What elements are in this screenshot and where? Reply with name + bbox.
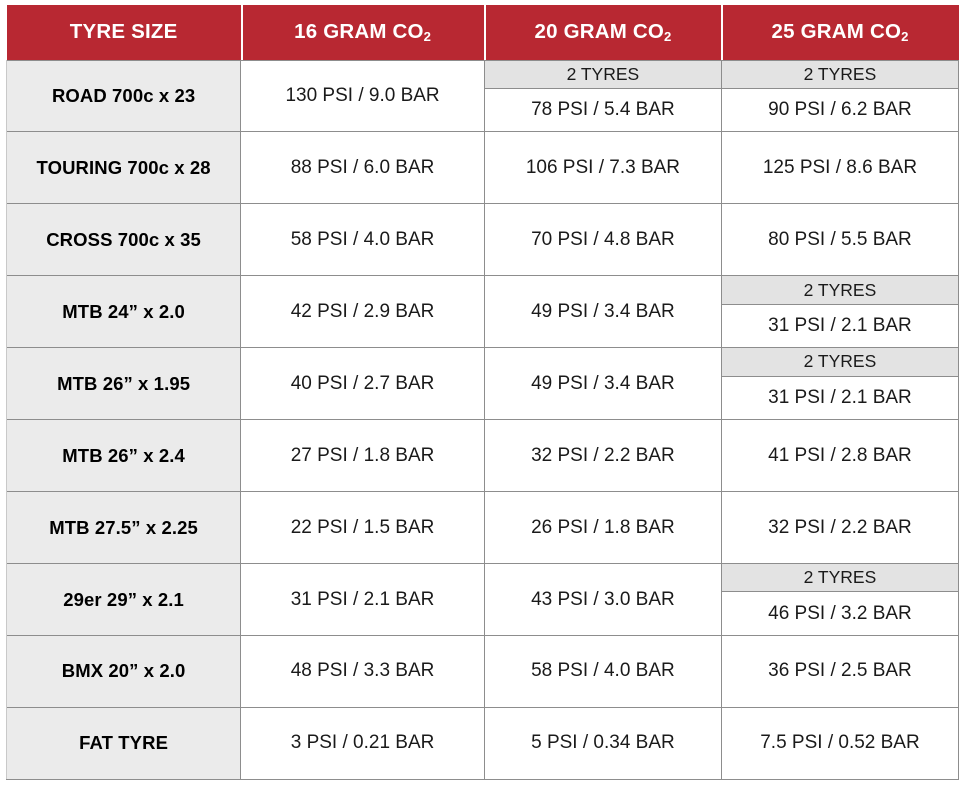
table-row: ROAD 700c x 23 130 PSI / 9.0 BAR 2 TYRES 78… <box>5 59 960 132</box>
column-header-co2_25: 25 GRAM CO2 <box>721 5 959 60</box>
two-tyres-badge: 2 TYRES <box>721 60 958 89</box>
tyre-size-label: TOURING 700c x 28 <box>5 131 242 204</box>
table-row: 29er 29” x 2.1 31 PSI / 2.1 BAR 43 PSI / 3… <box>5 563 960 636</box>
tyre-size-label: ROAD 700c x 23 <box>5 59 242 132</box>
pressure-cell-co2_16: 42 PSI / 2.9 BAR <box>240 275 485 348</box>
table-body: ROAD 700c x 23 130 PSI / 9.0 BAR 2 TYRES 78… <box>5 59 960 781</box>
pressure-cell-co2_25: 32 PSI / 2.2 BAR <box>721 491 960 564</box>
split-cell: 2 TYRES 78 PSI / 5.4 BAR <box>484 60 721 132</box>
pressure-cell-co2_20: 58 PSI / 4.0 BAR <box>484 635 722 708</box>
table-row: MTB 26” x 2.4 27 PSI / 1.8 BAR 32 PSI / 2.… <box>5 419 960 492</box>
pressure-cell-co2_20: 26 PSI / 1.8 BAR <box>484 491 722 564</box>
pressure-cell-co2_20: 70 PSI / 4.8 BAR <box>484 203 722 276</box>
table-row: CROSS 700c x 35 58 PSI / 4.0 BAR 70 PSI / … <box>5 203 960 276</box>
pressure-cell-co2_25: 2 TYRES 90 PSI / 6.2 BAR <box>721 59 960 132</box>
pressure-cell-co2_20: 43 PSI / 3.0 BAR <box>484 563 722 636</box>
pressure-cell-co2_16: 48 PSI / 3.3 BAR <box>240 635 485 708</box>
pressure-cell-co2_16: 88 PSI / 6.0 BAR <box>240 131 485 204</box>
tyre-size-label: MTB 26” x 1.95 <box>5 347 242 420</box>
tyre-pressure-table-container: TYRE SIZE 16 GRAM CO2 20 GRAM CO2 25 GRAM C… <box>0 0 965 787</box>
column-header-co2_16: 16 GRAM CO2 <box>240 5 485 60</box>
tyre-pressure-table: TYRE SIZE 16 GRAM CO2 20 GRAM CO2 25 GRAM C… <box>5 5 960 781</box>
table-header: TYRE SIZE 16 GRAM CO2 20 GRAM CO2 25 GRAM C… <box>6 5 959 60</box>
two-tyres-badge: 2 TYRES <box>721 564 958 593</box>
pressure-cell-co2_20: 49 PSI / 3.4 BAR <box>484 275 722 348</box>
pressure-cell-co2_20: 2 TYRES 78 PSI / 5.4 BAR <box>484 59 722 132</box>
pressure-cell-co2_25: 2 TYRES 46 PSI / 3.2 BAR <box>721 563 960 636</box>
column-header-label: 16 GRAM CO2 <box>294 20 431 45</box>
pressure-cell-co2_25: 7.5 PSI / 0.52 BAR <box>721 706 960 781</box>
pressure-cell-co2_25: 36 PSI / 2.5 BAR <box>721 635 960 708</box>
pressure-cell-co2_25: 41 PSI / 2.8 BAR <box>721 419 960 492</box>
table-row: TOURING 700c x 28 88 PSI / 6.0 BAR 106 PSI… <box>5 131 960 204</box>
pressure-cell-co2_25: 2 TYRES 31 PSI / 2.1 BAR <box>721 275 960 348</box>
column-header-label: TYRE SIZE <box>69 20 178 44</box>
split-cell: 2 TYRES 31 PSI / 2.1 BAR <box>721 348 958 420</box>
pressure-value: 90 PSI / 6.2 BAR <box>721 88 958 132</box>
pressure-cell-co2_16: 3 PSI / 0.21 BAR <box>240 706 485 781</box>
pressure-cell-co2_25: 2 TYRES 31 PSI / 2.1 BAR <box>721 347 960 420</box>
column-header-tyre_size: TYRE SIZE <box>6 5 241 60</box>
tyre-size-label: MTB 24” x 2.0 <box>5 275 242 348</box>
pressure-cell-co2_20: 49 PSI / 3.4 BAR <box>484 347 722 420</box>
pressure-cell-co2_20: 106 PSI / 7.3 BAR <box>484 131 722 204</box>
tyre-size-label: FAT TYRE <box>5 706 242 781</box>
co2-subscript: 2 <box>901 29 909 45</box>
tyre-size-label: MTB 27.5” x 2.25 <box>5 491 242 564</box>
pressure-cell-co2_16: 40 PSI / 2.7 BAR <box>240 347 485 420</box>
tyre-size-label: CROSS 700c x 35 <box>5 203 242 276</box>
split-cell: 2 TYRES 90 PSI / 6.2 BAR <box>721 60 958 132</box>
tyre-size-label: MTB 26” x 2.4 <box>5 419 242 492</box>
two-tyres-badge: 2 TYRES <box>484 60 721 89</box>
table-row: FAT TYRE 3 PSI / 0.21 BAR 5 PSI / 0.34 BAR… <box>5 706 960 781</box>
pressure-value: 78 PSI / 5.4 BAR <box>484 88 721 132</box>
pressure-cell-co2_16: 31 PSI / 2.1 BAR <box>240 563 485 636</box>
table-row: MTB 27.5” x 2.25 22 PSI / 1.5 BAR 26 PSI /… <box>5 491 960 564</box>
table-row: BMX 20” x 2.0 48 PSI / 3.3 BAR 58 PSI / 4.… <box>5 635 960 708</box>
two-tyres-badge: 2 TYRES <box>721 276 958 305</box>
column-header-label: 20 GRAM CO2 <box>534 20 672 45</box>
header-row: TYRE SIZE 16 GRAM CO2 20 GRAM CO2 25 GRAM C… <box>6 5 959 60</box>
pressure-value: 31 PSI / 2.1 BAR <box>721 304 958 348</box>
pressure-cell-co2_16: 130 PSI / 9.0 BAR <box>240 59 485 132</box>
co2-subscript: 2 <box>664 29 672 45</box>
split-cell: 2 TYRES 46 PSI / 3.2 BAR <box>721 564 958 635</box>
two-tyres-badge: 2 TYRES <box>721 348 958 377</box>
pressure-cell-co2_16: 58 PSI / 4.0 BAR <box>240 203 485 276</box>
split-cell: 2 TYRES 31 PSI / 2.1 BAR <box>721 276 958 348</box>
co2-subscript: 2 <box>423 29 431 45</box>
pressure-cell-co2_16: 22 PSI / 1.5 BAR <box>240 491 485 564</box>
table-row: MTB 24” x 2.0 42 PSI / 2.9 BAR 49 PSI / 3.… <box>5 275 960 348</box>
pressure-value: 31 PSI / 2.1 BAR <box>721 376 958 420</box>
tyre-size-label: BMX 20” x 2.0 <box>5 635 242 708</box>
pressure-cell-co2_25: 80 PSI / 5.5 BAR <box>721 203 960 276</box>
pressure-value: 46 PSI / 3.2 BAR <box>721 592 958 635</box>
pressure-cell-co2_20: 5 PSI / 0.34 BAR <box>484 706 722 781</box>
pressure-cell-co2_16: 27 PSI / 1.8 BAR <box>240 419 485 492</box>
pressure-cell-co2_20: 32 PSI / 2.2 BAR <box>484 419 722 492</box>
table-row: MTB 26” x 1.95 40 PSI / 2.7 BAR 49 PSI / 3… <box>5 347 960 420</box>
tyre-size-label: 29er 29” x 2.1 <box>5 563 242 636</box>
column-header-co2_20: 20 GRAM CO2 <box>484 5 722 60</box>
pressure-cell-co2_25: 125 PSI / 8.6 BAR <box>721 131 960 204</box>
column-header-label: 25 GRAM CO2 <box>771 20 909 45</box>
